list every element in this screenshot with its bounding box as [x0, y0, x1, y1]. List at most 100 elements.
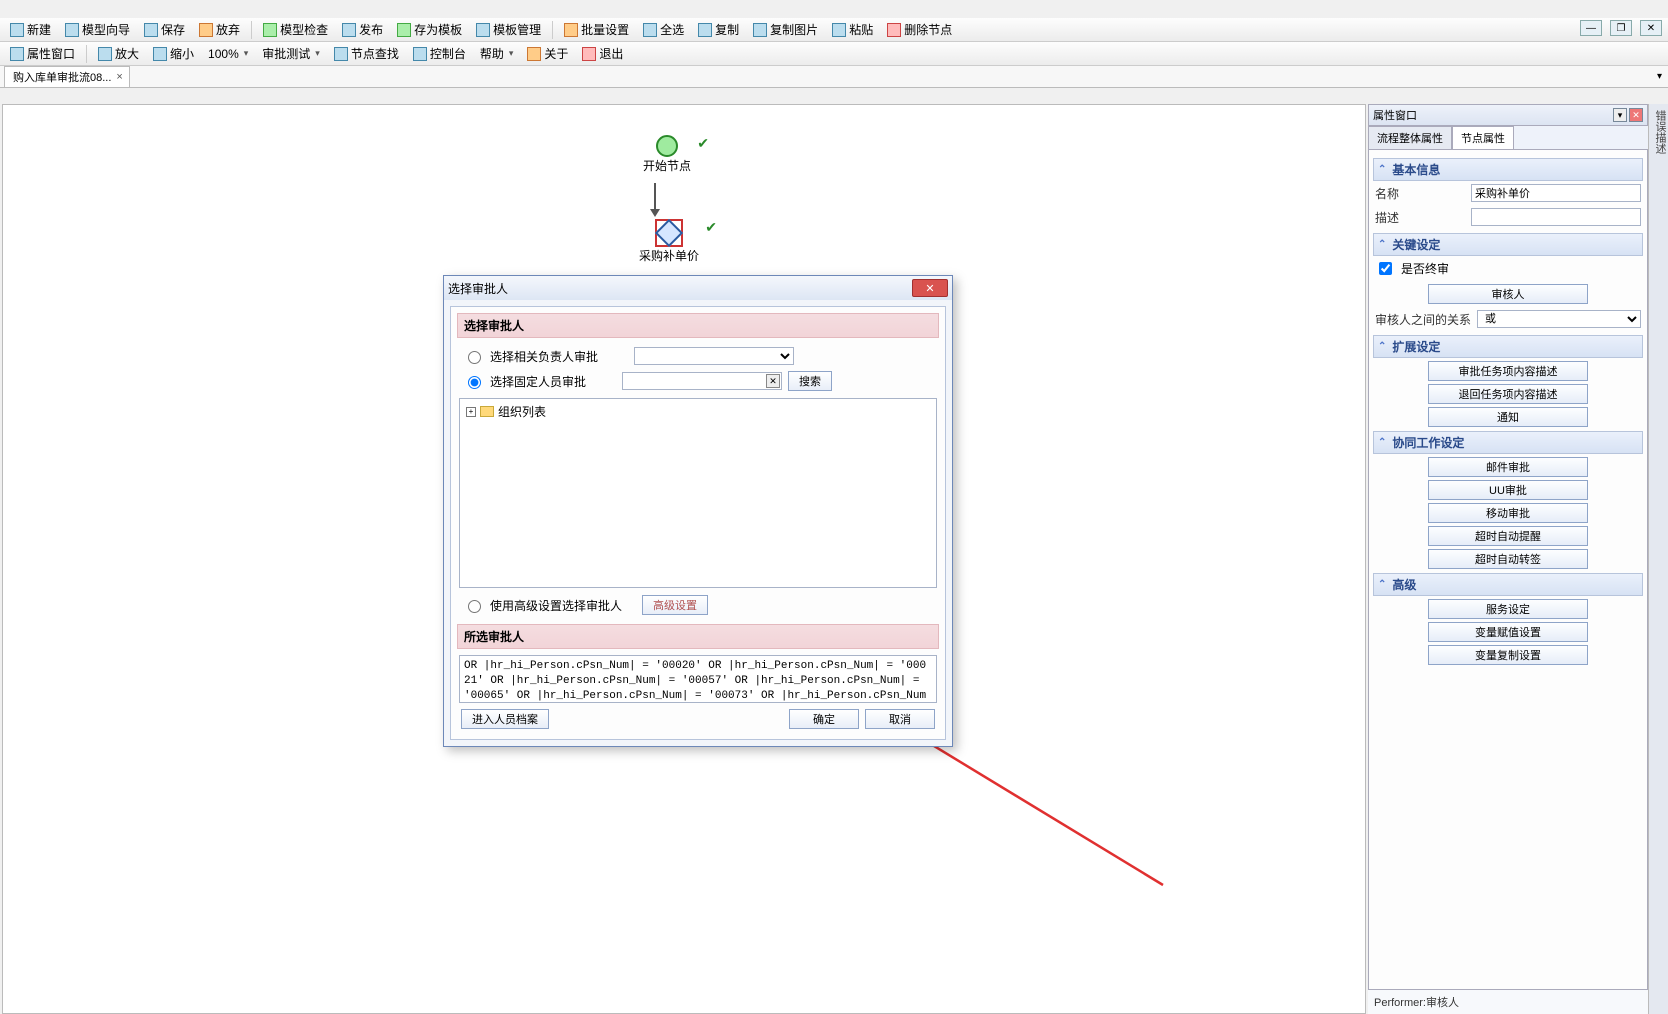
check-icon: [263, 23, 277, 37]
save-icon: [144, 23, 158, 37]
console-button[interactable]: 控制台: [407, 43, 472, 64]
approval-test-button[interactable]: 审批测试: [256, 43, 326, 64]
final-approval-checkbox[interactable]: [1379, 262, 1392, 275]
copy-button[interactable]: 复制: [692, 19, 745, 40]
new-button[interactable]: 新建: [4, 19, 57, 40]
copy-image-button[interactable]: 复制图片: [747, 19, 824, 40]
wizard-label: 模型向导: [82, 21, 130, 38]
task-desc-button[interactable]: 审批任务项内容描述: [1428, 361, 1588, 381]
tree-root-item[interactable]: + 组织列表: [466, 403, 930, 420]
exit-button[interactable]: 退出: [576, 43, 629, 64]
wizard-icon: [65, 23, 79, 37]
variable-copy-button[interactable]: 变量复制设置: [1428, 645, 1588, 665]
document-tab[interactable]: 购入库单审批流08... ×: [4, 66, 130, 87]
batch-settings-label: 批量设置: [581, 21, 629, 38]
paste-button[interactable]: 粘贴: [826, 19, 879, 40]
task-node-label: 采购补单价: [639, 247, 699, 264]
select-all-label: 全选: [660, 21, 684, 38]
document-tab-close-icon[interactable]: ×: [116, 71, 122, 83]
section-collaborate[interactable]: ⌃协同工作设定: [1373, 431, 1643, 454]
cancel-button[interactable]: 取消: [865, 709, 935, 729]
toolbar-separator: [251, 21, 252, 39]
property-window-title: 属性窗口: [1373, 107, 1417, 123]
batch-settings-button[interactable]: 批量设置: [558, 19, 635, 40]
workflow-canvas[interactable]: ✔ 开始节点 ✔ 采购补单价 选择审批人: [2, 104, 1366, 1014]
section-basic[interactable]: ⌃基本信息: [1373, 158, 1643, 181]
flow-task-node[interactable]: ✔ 采购补单价: [639, 219, 699, 264]
ok-button[interactable]: 确定: [789, 709, 859, 729]
publish-label: 发布: [359, 21, 383, 38]
selected-expression-box[interactable]: OR |hr_hi_Person.cPsn_Num| = '00020' OR …: [459, 655, 937, 703]
wizard-button[interactable]: 模型向导: [59, 19, 136, 40]
related-person-select[interactable]: [634, 347, 794, 365]
node-desc-input[interactable]: [1471, 208, 1641, 226]
window-minimize-button[interactable]: —: [1580, 20, 1602, 36]
zoom-in-button[interactable]: 放大: [92, 43, 145, 64]
template-manage-label: 模板管理: [493, 21, 541, 38]
select-all-icon: [643, 23, 657, 37]
window-close-button[interactable]: ✕: [1640, 20, 1662, 36]
node-find-button[interactable]: 节点查找: [328, 43, 405, 64]
related-person-radio[interactable]: [468, 351, 481, 364]
property-window-button[interactable]: 属性窗口: [4, 43, 81, 64]
mail-approval-button[interactable]: 邮件审批: [1428, 457, 1588, 477]
zoom-out-button[interactable]: 缩小: [147, 43, 200, 64]
search-button[interactable]: 搜索: [788, 371, 832, 391]
abandon-button[interactable]: 放弃: [193, 19, 246, 40]
property-close-icon[interactable]: ✕: [1629, 108, 1643, 122]
check-icon: ✔: [697, 135, 709, 152]
fixed-person-label: 选择固定人员审批: [490, 373, 586, 390]
uu-approval-button[interactable]: UU审批: [1428, 480, 1588, 500]
tab-node-properties[interactable]: 节点属性: [1452, 126, 1514, 149]
window-restore-button[interactable]: ❐: [1610, 20, 1632, 36]
clear-search-icon[interactable]: ✕: [766, 374, 780, 388]
help-button[interactable]: 帮助: [474, 43, 520, 64]
model-check-button[interactable]: 模型检查: [257, 19, 334, 40]
node-name-input[interactable]: [1471, 184, 1641, 202]
publish-button[interactable]: 发布: [336, 19, 389, 40]
error-panel-tab[interactable]: 错误描述: [1648, 104, 1668, 1014]
advanced-radio-label: 使用高级设置选择审批人: [490, 597, 622, 614]
template-manage-button[interactable]: 模板管理: [470, 19, 547, 40]
fixed-person-radio[interactable]: [468, 376, 481, 389]
check-icon: ✔: [705, 219, 717, 236]
section-basic-label: 基本信息: [1392, 161, 1440, 178]
approver-button[interactable]: 审核人: [1428, 284, 1588, 304]
zoom-out-label: 缩小: [170, 45, 194, 62]
variable-assign-button[interactable]: 变量赋值设置: [1428, 622, 1588, 642]
section-extend[interactable]: ⌃扩展设定: [1373, 335, 1643, 358]
service-settings-button[interactable]: 服务设定: [1428, 599, 1588, 619]
mobile-approval-button[interactable]: 移动审批: [1428, 503, 1588, 523]
enter-person-archive-button[interactable]: 进入人员档案: [461, 709, 549, 729]
return-desc-button[interactable]: 退回任务项内容描述: [1428, 384, 1588, 404]
flow-start-node[interactable]: ✔ 开始节点: [643, 135, 691, 174]
property-window-header: 属性窗口 ▾ ✕: [1368, 104, 1648, 126]
expand-icon[interactable]: +: [466, 407, 476, 417]
org-tree[interactable]: + 组织列表: [459, 398, 937, 588]
tab-overflow-button[interactable]: ▾: [1657, 71, 1662, 82]
copy-icon: [698, 23, 712, 37]
select-all-button[interactable]: 全选: [637, 19, 690, 40]
about-button[interactable]: 关于: [521, 43, 574, 64]
section-advanced[interactable]: ⌃高级: [1373, 573, 1643, 596]
property-footer: Performer:审核人: [1368, 990, 1648, 1014]
relation-select[interactable]: 或: [1477, 310, 1641, 328]
tab-flow-properties[interactable]: 流程整体属性: [1368, 126, 1452, 149]
property-pin-icon[interactable]: ▾: [1613, 108, 1627, 122]
chevron-up-icon: ⌃: [1378, 239, 1386, 250]
delete-node-button[interactable]: 删除节点: [881, 19, 958, 40]
timeout-forward-button[interactable]: 超时自动转签: [1428, 549, 1588, 569]
person-search-input[interactable]: [622, 372, 782, 390]
zoom-percent-dropdown[interactable]: 100%: [202, 45, 254, 63]
advanced-radio[interactable]: [468, 600, 481, 613]
section-key[interactable]: ⌃关键设定: [1373, 233, 1643, 256]
zoom-in-label: 放大: [115, 45, 139, 62]
save-button[interactable]: 保存: [138, 19, 191, 40]
advanced-settings-button[interactable]: 高级设置: [642, 595, 708, 615]
notify-button[interactable]: 通知: [1428, 407, 1588, 427]
approval-test-label: 审批测试: [262, 45, 310, 62]
dialog-close-button[interactable]: ✕: [912, 279, 948, 297]
relation-label: 审核人之间的关系: [1375, 311, 1471, 328]
timeout-remind-button[interactable]: 超时自动提醒: [1428, 526, 1588, 546]
save-template-button[interactable]: 存为模板: [391, 19, 468, 40]
